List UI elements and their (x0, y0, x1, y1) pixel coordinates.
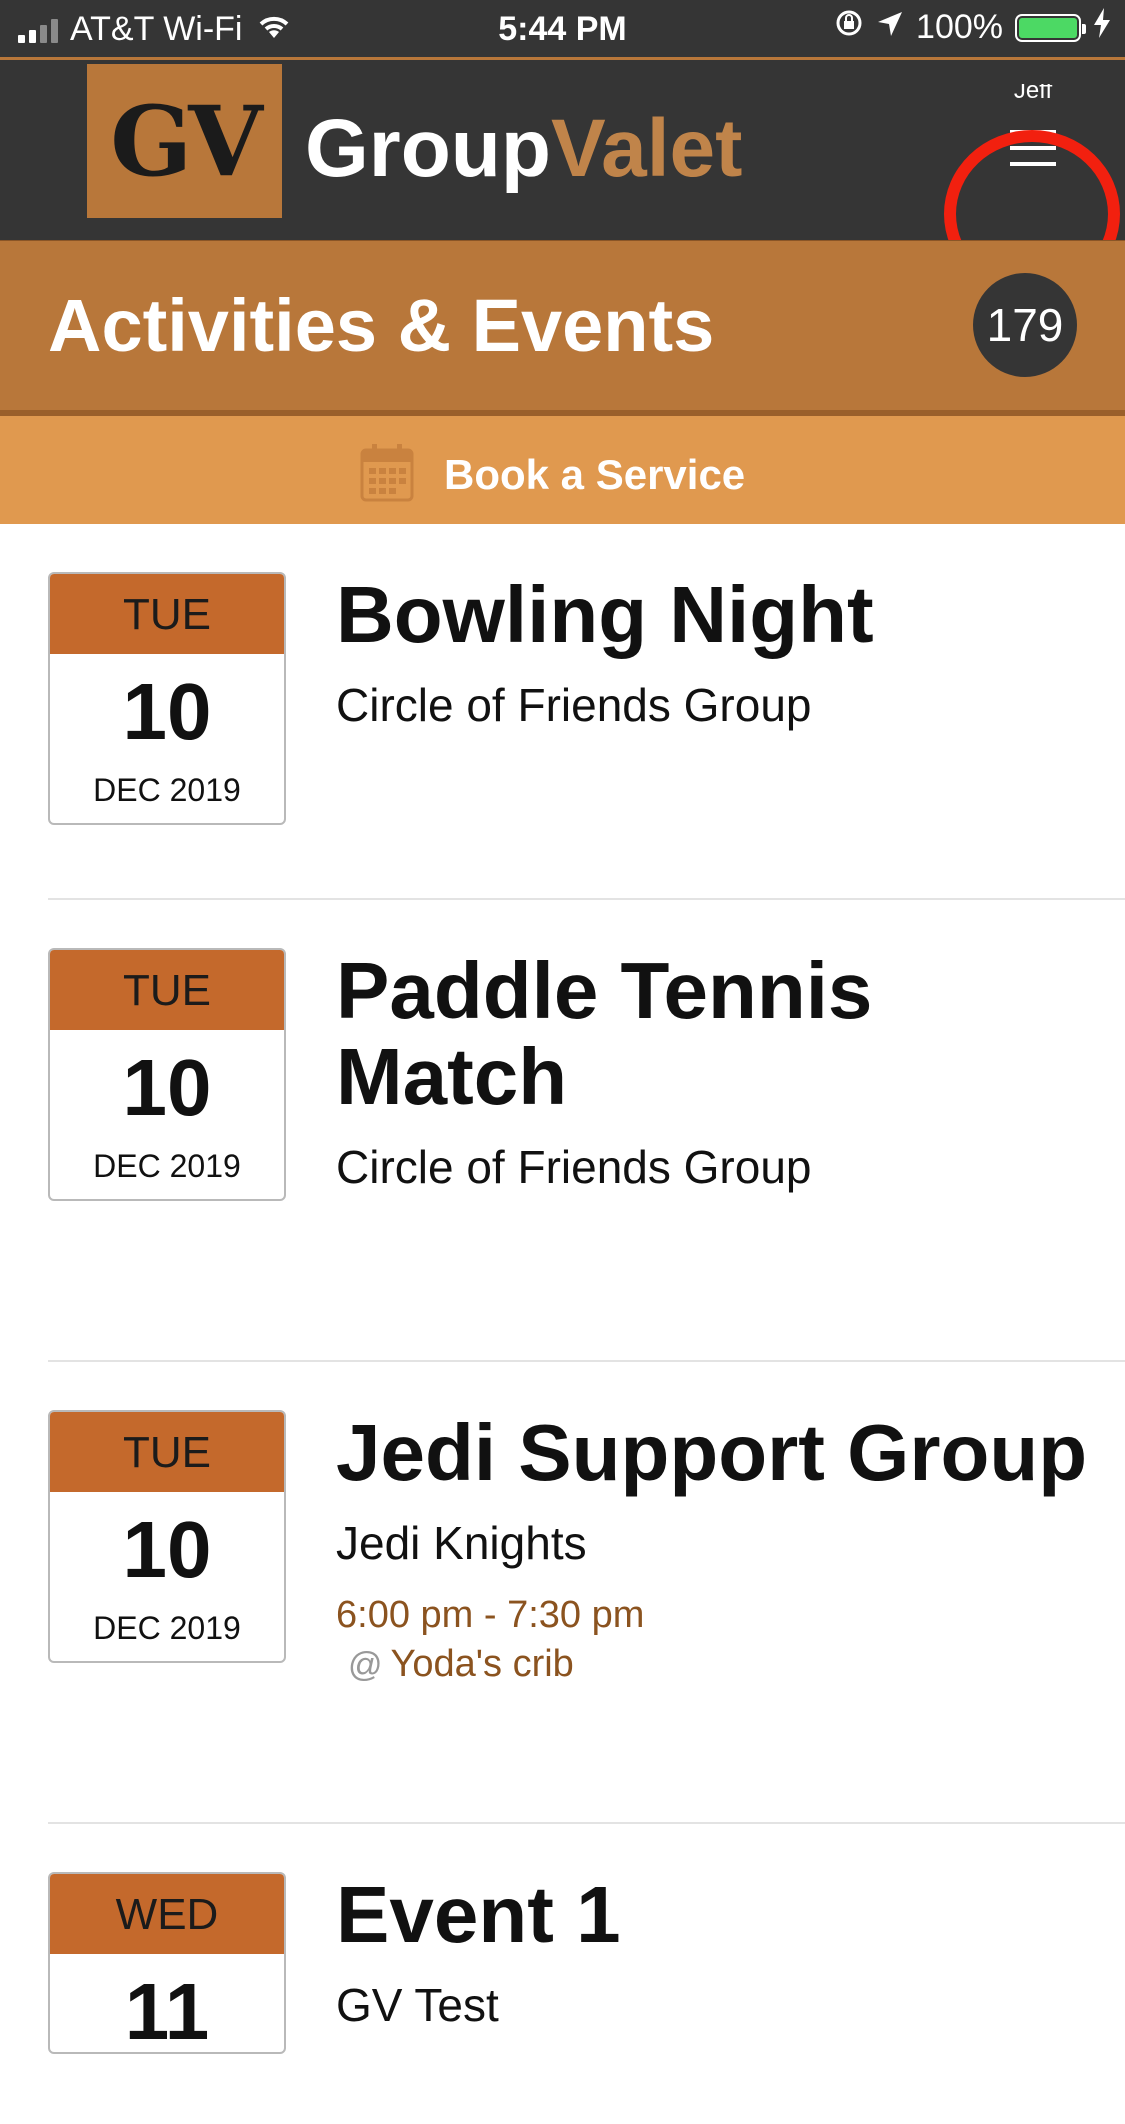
event-day: 10 (122, 1043, 212, 1132)
event-day-of-week: WED (50, 1874, 284, 1954)
event-location-label: Yoda's crib (390, 1643, 574, 1685)
brand-name-group: Group (305, 103, 551, 194)
event-date-box: TUE 10 DEC 2019 (48, 1410, 286, 1663)
event-item[interactable]: TUE 10 DEC 2019 Bowling Night Circle of … (48, 524, 1125, 900)
menu-user-name: Jeff (1013, 84, 1053, 104)
status-bar: AT&T Wi-Fi 5:44 PM 100% (0, 0, 1125, 60)
event-day: 10 (122, 1505, 212, 1594)
event-title[interactable]: Paddle Tennis Match (336, 948, 1096, 1120)
event-title[interactable]: Bowling Night (336, 572, 1096, 658)
event-group: Circle of Friends Group (336, 679, 812, 731)
event-date-box: TUE 10 DEC 2019 (48, 948, 286, 1201)
logo-monogram: GV (110, 84, 262, 198)
event-date-box: TUE 10 DEC 2019 (48, 572, 286, 825)
event-title[interactable]: Event 1 (336, 1872, 1096, 1958)
event-day: 10 (122, 667, 212, 756)
event-group: Circle of Friends Group (336, 1141, 812, 1193)
brand-name-valet: Valet (550, 103, 743, 194)
battery-percentage: 100% (916, 8, 1003, 46)
event-month-year: DEC 2019 (93, 1610, 241, 1646)
charging-bolt-icon (1093, 8, 1111, 47)
app-header: GV GroupValet Jeff (0, 60, 1125, 298)
rotation-lock-icon (834, 8, 864, 47)
groupvalet-logo[interactable]: GV (87, 64, 282, 218)
battery-icon (1015, 13, 1086, 42)
event-day-of-week: TUE (50, 950, 284, 1030)
events-list: TUE 10 DEC 2019 Bowling Night Circle of … (0, 524, 1125, 2124)
event-time: 6:00 pm - 7:30 pm (336, 1594, 645, 1636)
book-service-label: Book a Service (444, 450, 746, 498)
event-location[interactable]: @ Yoda's crib (336, 1643, 1096, 1686)
event-day: 11 (124, 1967, 210, 2054)
at-icon: @ (348, 1646, 383, 1684)
events-count-badge: 179 (973, 273, 1077, 377)
event-day-of-week: TUE (50, 1412, 284, 1492)
event-title[interactable]: Jedi Support Group (336, 1410, 1096, 1496)
event-month-year: DEC 2019 (93, 1148, 241, 1184)
event-group: GV Test (336, 1979, 499, 2031)
event-item[interactable]: WED 11 Event 1 GV Test (48, 1824, 1125, 2124)
calendar-icon (360, 442, 414, 507)
event-day-of-week: TUE (50, 574, 284, 654)
page-title-bar: Activities & Events 179 (0, 240, 1125, 411)
event-group: Jedi Knights (336, 1517, 587, 1569)
event-item[interactable]: TUE 10 DEC 2019 Paddle Tennis Match Circ… (48, 900, 1125, 1362)
event-month-year: DEC 2019 (93, 772, 241, 808)
book-service-button[interactable]: Book a Service (0, 410, 1125, 524)
page-title: Activities & Events (48, 284, 715, 367)
event-date-box: WED 11 (48, 1872, 286, 2054)
location-arrow-icon (876, 8, 904, 47)
brand-name: GroupValet (305, 102, 742, 196)
event-item[interactable]: TUE 10 DEC 2019 Jedi Support Group Jedi … (48, 1362, 1125, 1824)
